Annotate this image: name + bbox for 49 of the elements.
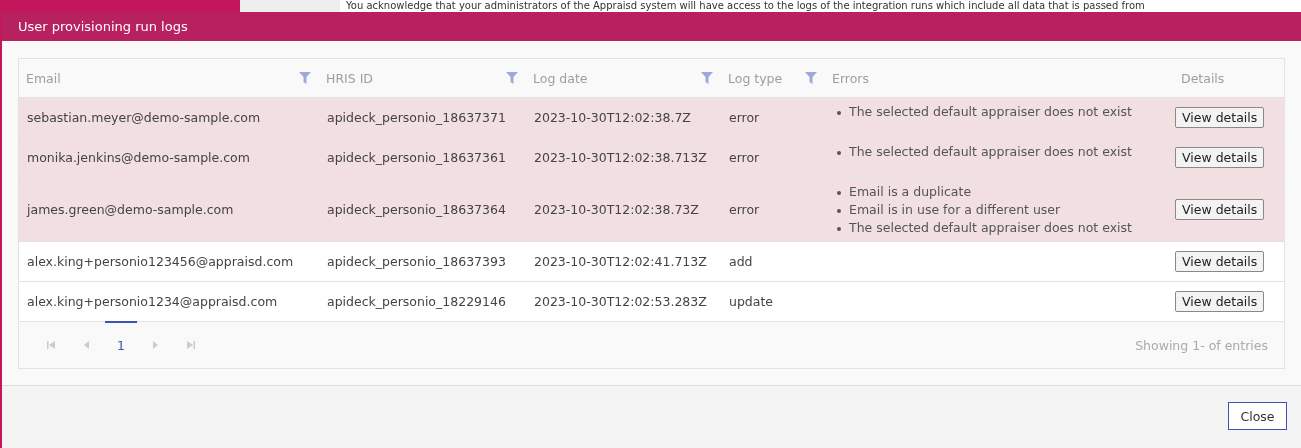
last-page-icon[interactable]	[186, 340, 196, 350]
close-button[interactable]: Close	[1228, 402, 1287, 430]
error-message: The selected default appraiser does not exist	[836, 143, 1174, 161]
log-type-cell: add	[729, 254, 753, 269]
log-type-cell: error	[729, 110, 760, 125]
hris-id-cell: apideck_personio_18637371	[327, 110, 506, 125]
log-date-cell: 2023-10-30T12:02:53.283Z	[534, 294, 707, 309]
error-message: The selected default appraiser does not exist	[836, 103, 1174, 121]
column-header: Errors	[832, 70, 869, 86]
log-type-cell: error	[729, 150, 760, 165]
log-date-cell: 2023-10-30T12:02:38.73Z	[534, 202, 699, 217]
filter-icon[interactable]	[701, 72, 713, 84]
email-cell: monika.jenkins@demo-sample.com	[27, 150, 250, 165]
log-date-cell: 2023-10-30T12:02:41.713Z	[534, 254, 707, 269]
error-message: The selected default appraiser does not exist	[836, 219, 1174, 237]
hris-id-cell: apideck_personio_18637393	[327, 254, 506, 269]
log-date-cell: 2023-10-30T12:02:38.713Z	[534, 150, 707, 165]
view-details-button[interactable]: View details	[1175, 199, 1265, 220]
view-details-button[interactable]: View details	[1175, 107, 1265, 128]
email-cell: alex.king+personio123456@appraisd.com	[27, 254, 294, 269]
column-header: HRIS ID	[326, 70, 373, 86]
entries-summary: Showing 1- of entries	[1135, 337, 1268, 353]
first-page-icon[interactable]	[46, 340, 56, 350]
filter-icon[interactable]	[299, 72, 311, 84]
hris-id-cell: apideck_personio_18637361	[327, 150, 506, 165]
filter-icon[interactable]	[805, 72, 817, 84]
dialog-title: User provisioning run logs	[2, 12, 1301, 41]
column-header: Email	[26, 70, 61, 86]
email-cell: sebastian.meyer@demo-sample.com	[27, 110, 261, 125]
view-details-button[interactable]: View details	[1175, 147, 1265, 168]
column-header: Details	[1181, 70, 1225, 86]
view-details-button[interactable]: View details	[1175, 251, 1265, 272]
hris-id-cell: apideck_personio_18229146	[327, 294, 506, 309]
filter-icon[interactable]	[506, 72, 518, 84]
error-message: Email is a duplicate	[836, 183, 1174, 201]
background-notice: You acknowledge that your administrators of the Appraisd system will have access to the logs of the integration runs which include all data that is passed from	[345, 0, 1145, 12]
column-header: Log type	[728, 70, 783, 86]
previous-page-icon[interactable]	[82, 340, 92, 350]
log-type-cell: error	[729, 202, 760, 217]
hris-id-cell: apideck_personio_18637364	[327, 202, 506, 217]
log-type-cell: update	[729, 294, 774, 309]
page-number[interactable]: 1	[105, 321, 137, 367]
error-message: Email is in use for a different user	[836, 201, 1174, 219]
email-cell: alex.king+personio1234@appraisd.com	[27, 294, 278, 309]
column-header: Log date	[533, 70, 588, 86]
view-details-button[interactable]: View details	[1175, 291, 1265, 312]
log-date-cell: 2023-10-30T12:02:38.7Z	[534, 110, 691, 125]
email-cell: james.green@demo-sample.com	[27, 202, 234, 217]
next-page-icon[interactable]	[150, 340, 160, 350]
